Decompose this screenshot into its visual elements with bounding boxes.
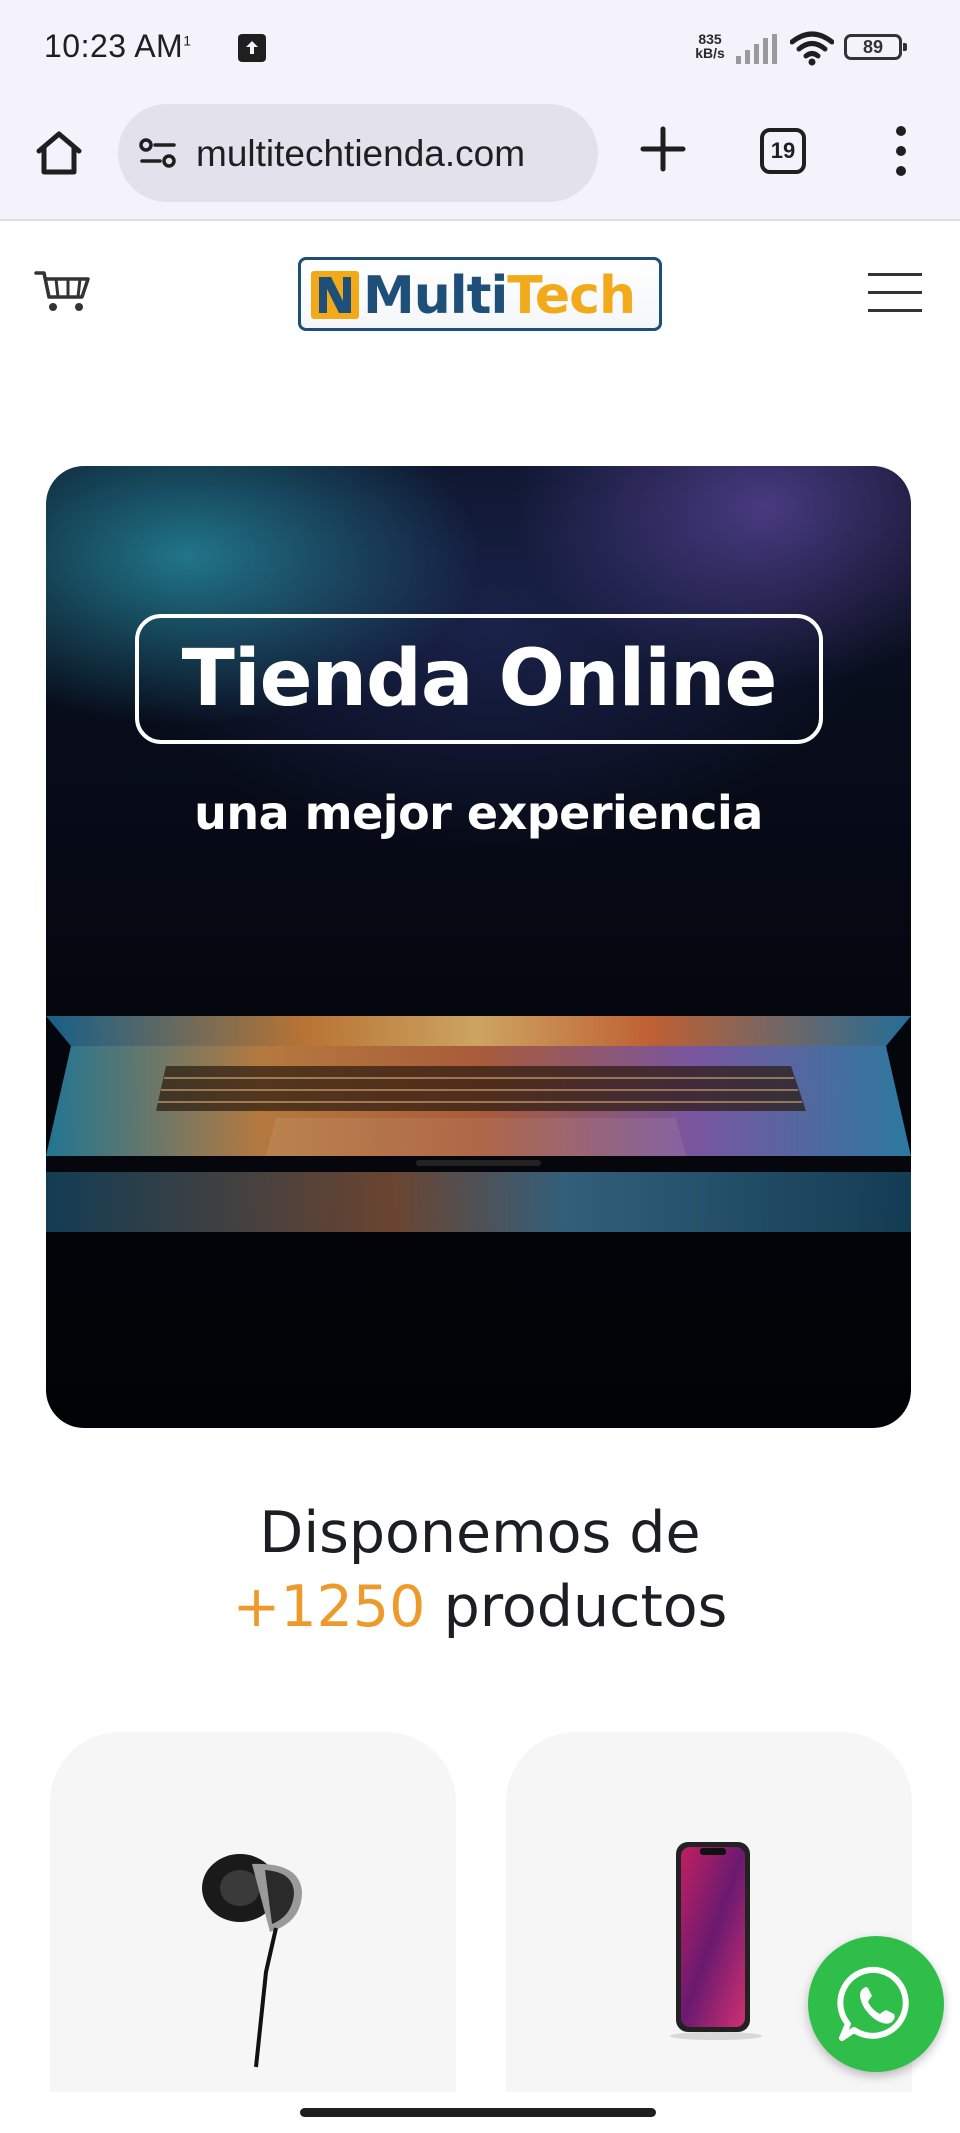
network-speed-value: 835	[698, 31, 722, 47]
hamburger-line	[868, 309, 922, 312]
status-time: 10:23 AM1	[44, 28, 192, 65]
wifi-icon	[790, 31, 834, 66]
logo-mark-icon	[311, 271, 359, 319]
earphone-image	[202, 1854, 302, 2068]
battery-indicator: 89	[844, 34, 907, 60]
products-heading: Disponemos de +1250 productos	[0, 1496, 960, 1644]
address-bar[interactable]: multitechtienda.com	[118, 104, 598, 202]
site-logo[interactable]: MultiTech	[298, 257, 662, 331]
products-count: +1250	[232, 1574, 426, 1640]
plus-icon[interactable]	[636, 122, 690, 176]
status-time-suffix: 1	[183, 32, 192, 49]
hero-title-box: Tienda Online	[135, 614, 823, 744]
site-header: MultiTech	[0, 221, 960, 361]
cart-icon[interactable]	[34, 269, 92, 313]
browser-toolbar: multitechtienda.com 19	[0, 96, 960, 221]
hero-banner[interactable]: Tienda Online una mejor experiencia	[46, 466, 911, 1428]
signal-icon	[736, 34, 777, 64]
logo-text-tech: Tech	[507, 266, 636, 326]
hero-subtitle: una mejor experiencia	[194, 786, 763, 840]
hero-title: Tienda Online	[181, 634, 778, 724]
products-heading-line1: Disponemos de	[259, 1500, 701, 1566]
url-text: multitechtienda.com	[196, 133, 526, 174]
upload-notification-icon	[238, 34, 266, 62]
laptop-image	[46, 1016, 911, 1232]
logo-text: MultiTech	[363, 266, 636, 326]
network-speed: 835 kB/s	[690, 32, 730, 60]
product-card[interactable]	[50, 1732, 456, 2092]
site-info-icon[interactable]	[138, 136, 178, 170]
navigation-gesture-area	[0, 2093, 960, 2133]
gesture-bar[interactable]	[300, 2108, 656, 2117]
logo-text-multi: Multi	[363, 266, 508, 326]
hamburger-icon[interactable]	[868, 273, 922, 313]
products-heading-suffix: productos	[443, 1574, 728, 1640]
whatsapp-icon	[837, 1966, 909, 2041]
whatsapp-button[interactable]	[808, 1936, 944, 2072]
products-heading-line2: +1250 productos	[0, 1570, 960, 1644]
more-vert-icon[interactable]	[888, 124, 914, 178]
network-speed-unit: kB/s	[695, 45, 725, 61]
hamburger-line	[868, 273, 922, 276]
smartphone-image	[670, 1842, 762, 2040]
hamburger-line	[868, 291, 922, 294]
status-time-text: 10:23 AM	[44, 28, 184, 64]
home-icon[interactable]	[30, 124, 88, 182]
tabs-icon[interactable]: 19	[760, 128, 806, 174]
status-bar: 10:23 AM1 835 kB/s 89	[0, 0, 960, 96]
